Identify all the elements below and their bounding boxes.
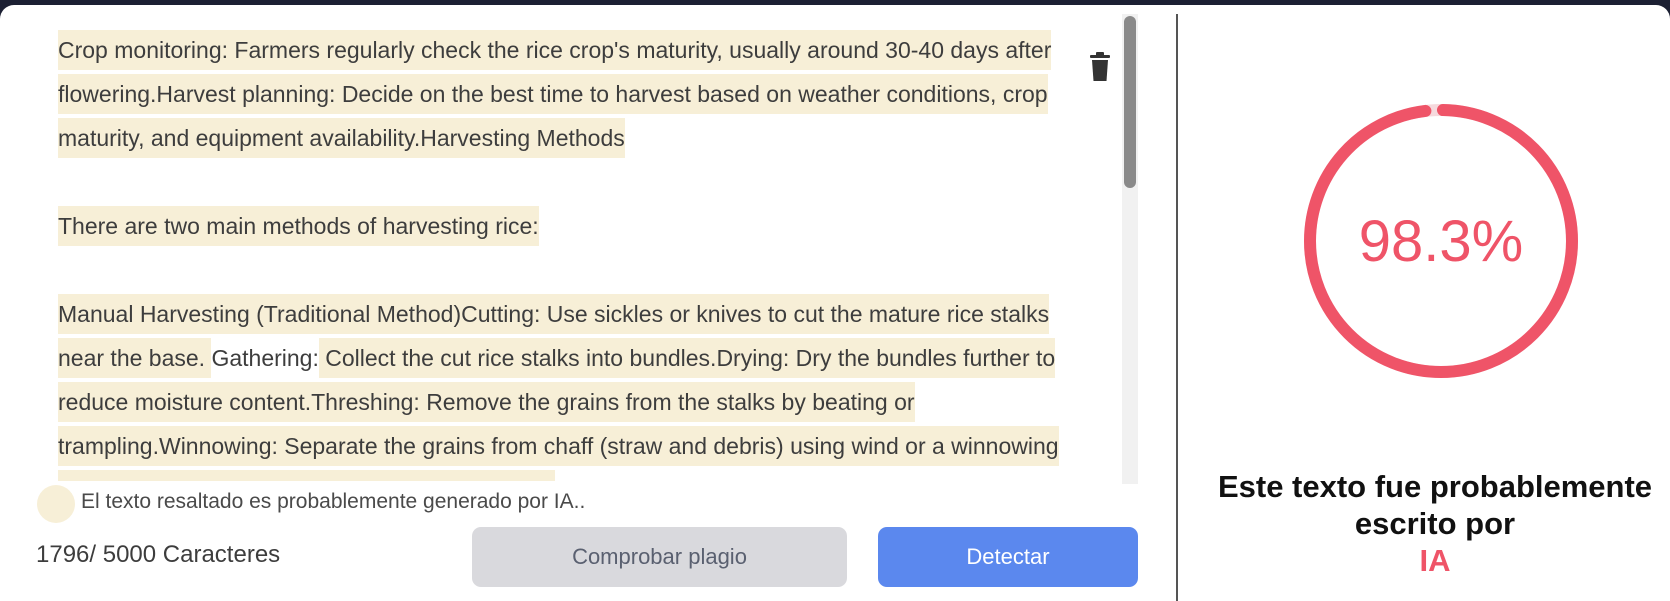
scrollbar-thumb[interactable]: [1124, 16, 1136, 188]
ai-score-percentage: 98.3%: [1358, 208, 1524, 274]
trash-icon[interactable]: [1088, 52, 1112, 82]
character-counter: 1796/ 5000 Caracteres: [36, 541, 281, 568]
highlight-legend-swatch: [37, 485, 75, 523]
verdict-text: Este texto fue probablemente escrito por…: [1200, 468, 1670, 579]
panel-divider: [1176, 14, 1178, 601]
paragraph: Manual Harvesting (Traditional Method)Cu…: [58, 292, 1088, 481]
verdict-accent: IA: [1419, 543, 1451, 578]
ai-highlight: Crop monitoring: Farmers regularly check…: [58, 30, 1052, 158]
paragraph: Crop monitoring: Farmers regularly check…: [58, 28, 1088, 160]
non-highlighted-text: Gathering:: [211, 345, 319, 371]
check-plagiarism-button[interactable]: Comprobar plagio: [472, 527, 847, 587]
paragraph: There are two main methods of harvesting…: [58, 204, 1088, 248]
verdict-line: Este texto fue probablemente escrito por: [1217, 469, 1653, 541]
detect-button[interactable]: Detectar: [878, 527, 1138, 587]
highlight-legend-text: El texto resaltado es probablemente gene…: [81, 490, 586, 513]
ai-highlight: There are two main methods of harvesting…: [58, 206, 539, 246]
text-editor[interactable]: Crop monitoring: Farmers regularly check…: [58, 28, 1088, 481]
